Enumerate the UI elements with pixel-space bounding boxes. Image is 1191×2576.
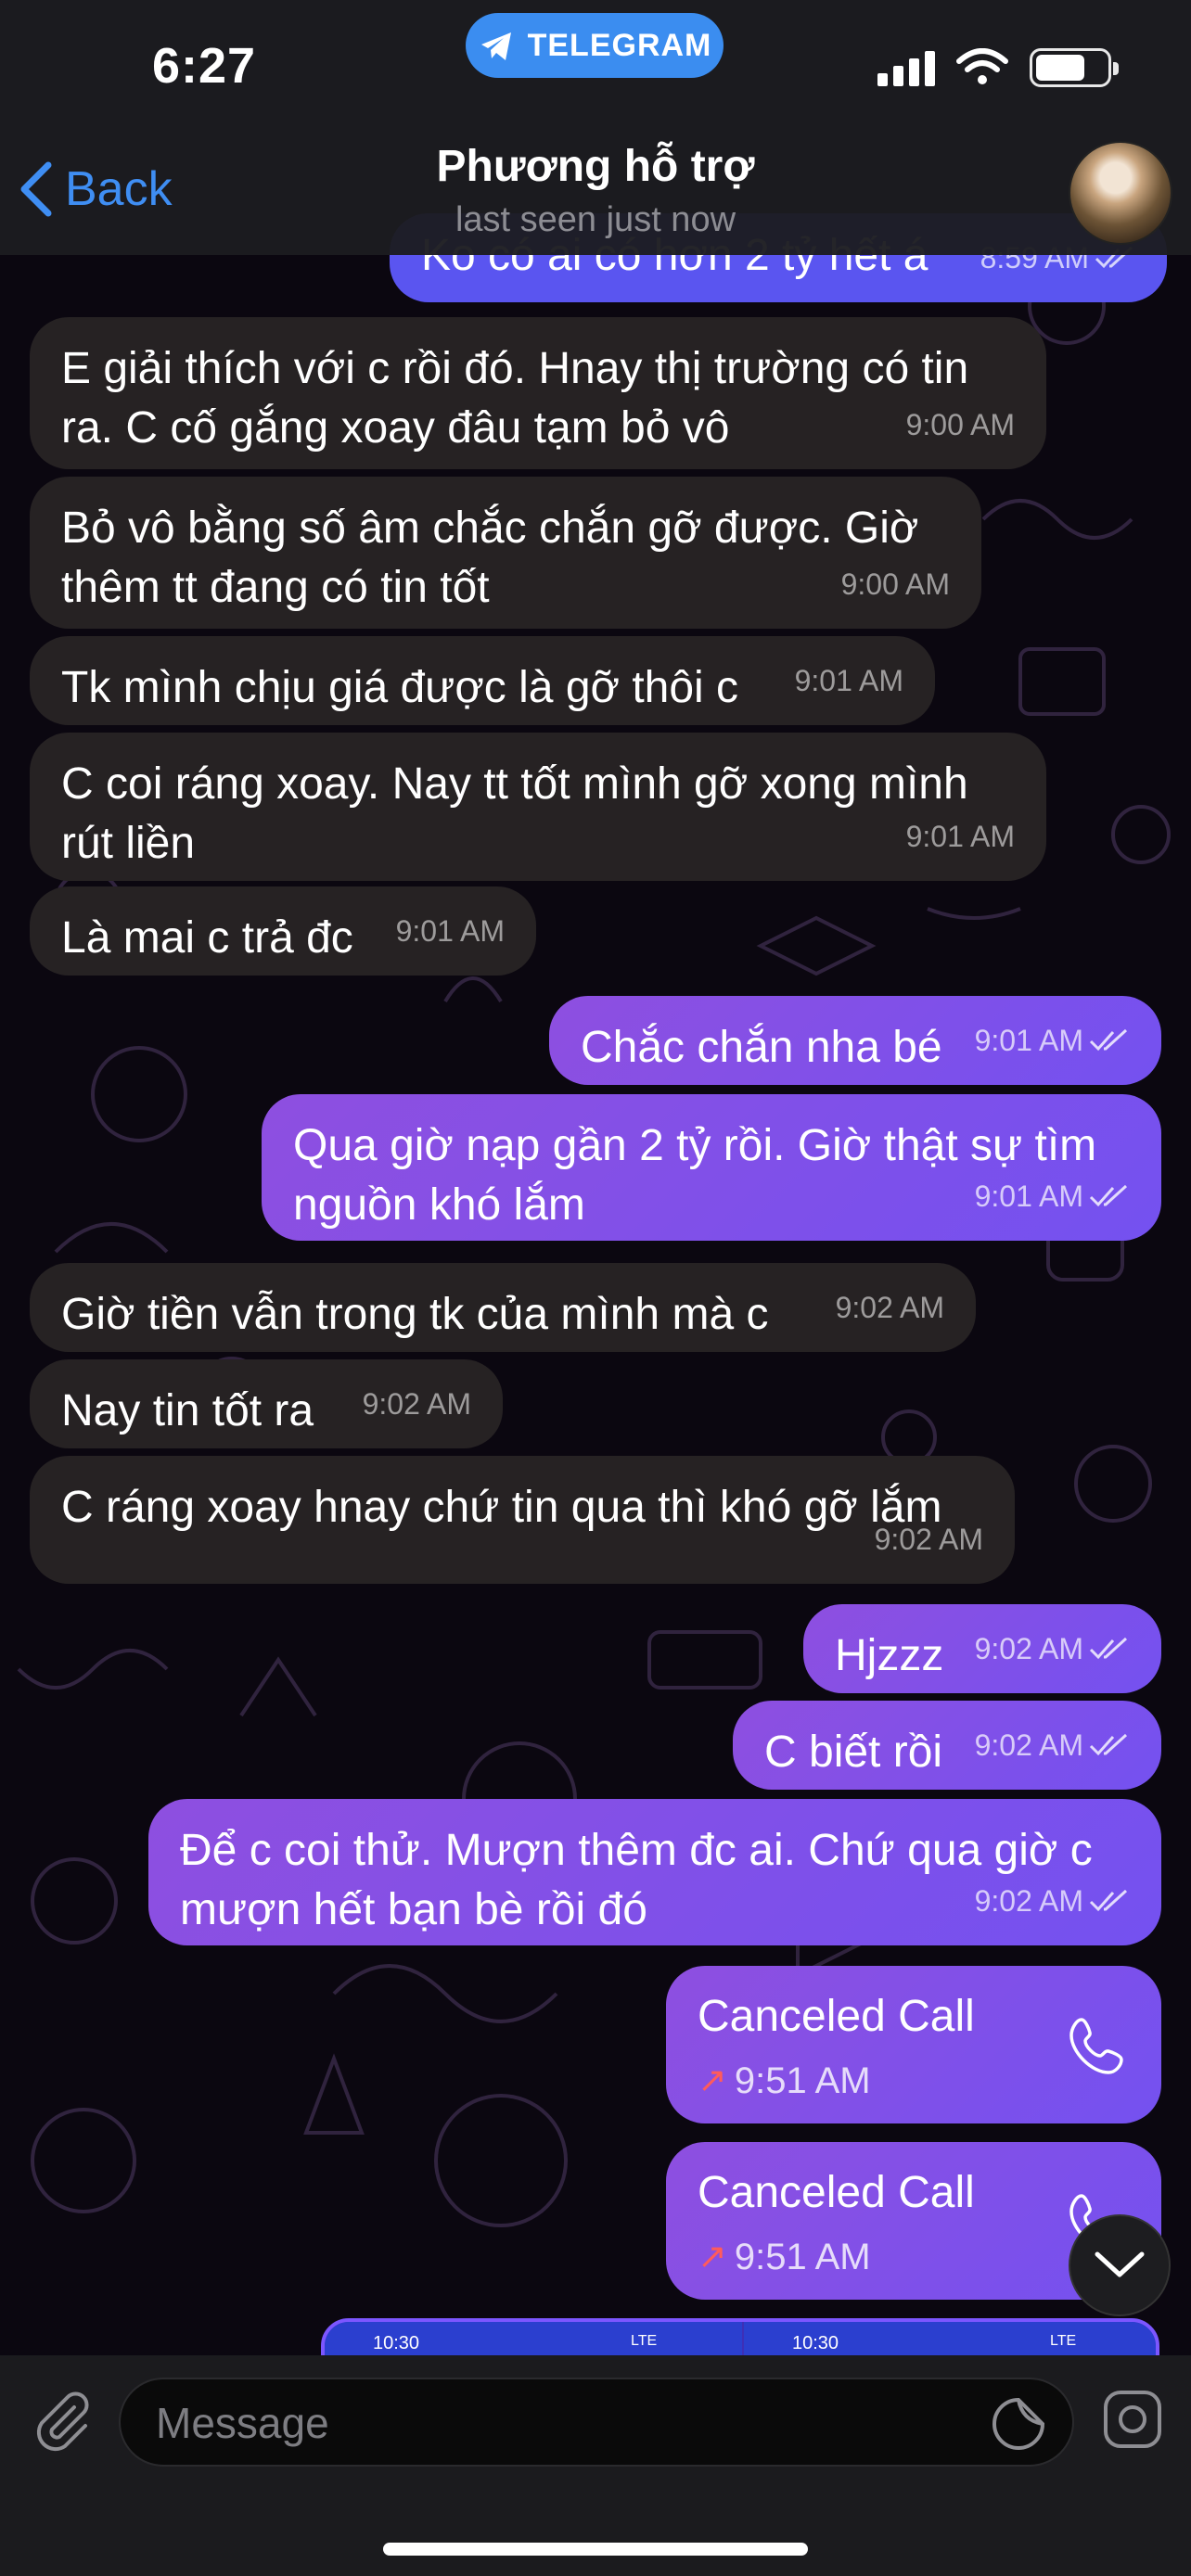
- paperclip-icon[interactable]: [28, 2387, 95, 2454]
- message-meta: 9:02 AM: [363, 1374, 471, 1434]
- message-bubble-outgoing[interactable]: Qua giờ nạp gần 2 tỷ rồi. Giờ thật sự tì…: [262, 1094, 1161, 1241]
- contact-name[interactable]: Phương hỗ trợ: [0, 141, 1191, 192]
- outgoing-call-arrow-icon: ↗: [698, 2061, 727, 2100]
- message-bubble-incoming[interactable]: Là mai c trả đc 9:01 AM: [30, 886, 536, 976]
- message-bubble-outgoing[interactable]: C biết rồi 9:02 AM: [733, 1701, 1161, 1790]
- message-bubble-incoming[interactable]: Bỏ vô bằng số âm chắc chắn gỡ được. Giờ …: [30, 477, 981, 629]
- message-time: 9:02 AM: [974, 1728, 1083, 1762]
- outgoing-call-arrow-icon: ↗: [698, 2238, 727, 2276]
- message-time: 9:01 AM: [905, 820, 1015, 853]
- double-check-icon: [1089, 1184, 1128, 1207]
- battery-icon: [1030, 48, 1119, 87]
- camera-icon[interactable]: [1100, 2387, 1165, 2452]
- message-text: C biết rồi: [764, 1728, 943, 1777]
- message-time: 9:01 AM: [974, 1024, 1083, 1057]
- message-bubble-incoming[interactable]: C coi ráng xoay. Nay tt tốt mình gỡ xong…: [30, 733, 1046, 881]
- message-meta: 9:01 AM: [975, 1011, 1130, 1070]
- composer-bar: Message: [0, 2355, 1191, 2576]
- message-text: Tk mình chịu giá được là gỡ thôi c: [61, 663, 739, 712]
- message-text: Nay tin tốt ra: [61, 1386, 314, 1435]
- message-meta: 9:01 AM: [906, 807, 1015, 866]
- scroll-to-bottom-button[interactable]: [1069, 2214, 1171, 2316]
- message-meta: 9:01 AM: [795, 651, 903, 710]
- chevron-down-icon: [1095, 2251, 1145, 2277]
- message-bubble-incoming[interactable]: E giải thích với c rồi đó. Hnay thị trườ…: [30, 317, 1046, 469]
- message-input[interactable]: Message: [119, 2378, 1074, 2467]
- call-time: 9:51 AM: [734, 2237, 871, 2277]
- home-indicator: [383, 2543, 808, 2556]
- avatar[interactable]: [1069, 141, 1172, 245]
- contact-last-seen: last seen just now: [455, 200, 736, 239]
- message-meta: 9:02 AM: [975, 1871, 1130, 1931]
- message-meta: 9:01 AM: [396, 901, 505, 961]
- double-check-icon: [1089, 1637, 1128, 1660]
- telegram-plane-icon: [480, 32, 511, 60]
- message-meta: 9:00 AM: [841, 555, 950, 614]
- wifi-icon: [956, 48, 1008, 84]
- message-bubble-outgoing[interactable]: Chắc chắn nha bé 9:01 AM: [549, 996, 1161, 1085]
- double-check-icon: [1089, 1733, 1128, 1756]
- message-text: C coi ráng xoay. Nay tt tốt mình gỡ xong…: [61, 759, 968, 868]
- message-list[interactable]: Ko có ai có hơn 2 tỷ hết á 8:59 AM E giả…: [0, 0, 1191, 2355]
- status-time: 6:27: [152, 38, 257, 94]
- message-placeholder: Message: [156, 2399, 329, 2447]
- telegram-pill[interactable]: TELEGRAM: [466, 13, 724, 78]
- message-time: 9:01 AM: [395, 914, 505, 948]
- message-time: 9:02 AM: [974, 1884, 1083, 1918]
- double-check-icon: [1089, 1889, 1128, 1912]
- message-time: 9:02 AM: [362, 1387, 471, 1421]
- message-meta: 9:02 AM: [975, 1715, 1130, 1775]
- message-time: 9:01 AM: [794, 664, 903, 697]
- message-time: 9:00 AM: [840, 567, 950, 601]
- message-time: 9:02 AM: [835, 1291, 944, 1324]
- message-meta: 9:01 AM: [975, 1167, 1130, 1226]
- message-time: 9:02 AM: [874, 1523, 983, 1556]
- message-bubble-incoming[interactable]: Tk mình chịu giá được là gỡ thôi c 9:01 …: [30, 636, 935, 725]
- message-text: Chắc chắn nha bé: [581, 1023, 942, 1072]
- message-text: Giờ tiền vẫn trong tk của mình mà c: [61, 1290, 769, 1339]
- message-meta: 9:02 AM: [836, 1278, 944, 1337]
- message-text: Là mai c trả đc: [61, 913, 353, 963]
- message-bubble-outgoing[interactable]: Để c coi thử. Mượn thêm đc ai. Chứ qua g…: [148, 1799, 1161, 1945]
- message-meta: 9:02 AM: [875, 1510, 983, 1569]
- media-thumb-network: LTE: [631, 2333, 658, 2349]
- media-thumb-time: 10:30: [373, 2333, 420, 2353]
- status-icons: [877, 48, 1119, 87]
- message-bubble-incoming[interactable]: C ráng xoay hnay chứ tin qua thì khó gỡ …: [30, 1456, 1015, 1584]
- sticker-icon[interactable]: [989, 2394, 1048, 2454]
- message-time: 9:02 AM: [974, 1632, 1083, 1665]
- message-text: Để c coi thử. Mượn thêm đc ai. Chứ qua g…: [180, 1826, 1093, 1934]
- message-meta: 9:02 AM: [975, 1619, 1130, 1678]
- call-time: 9:51 AM: [734, 2060, 871, 2101]
- double-check-icon: [1089, 1028, 1128, 1052]
- header: 6:27 TELEGRAM Back Phương hỗ trợ last se…: [0, 0, 1191, 255]
- message-time: 9:01 AM: [974, 1180, 1083, 1213]
- message-time: 9:00 AM: [905, 408, 1015, 441]
- media-thumb-network: LTE: [1050, 2333, 1077, 2349]
- message-bubble-outgoing[interactable]: Hjzzz 9:02 AM: [803, 1604, 1161, 1693]
- message-bubble-incoming[interactable]: Giờ tiền vẫn trong tk của mình mà c 9:02…: [30, 1263, 976, 1352]
- signal-icon: [877, 49, 935, 86]
- message-text: Bỏ vô bằng số âm chắc chắn gỡ được. Giờ …: [61, 504, 919, 612]
- media-thumb-time: 10:30: [792, 2333, 839, 2353]
- phone-icon[interactable]: [1065, 2012, 1130, 2077]
- message-text: C ráng xoay hnay chứ tin qua thì khó gỡ …: [61, 1483, 942, 1532]
- message-text: Hjzzz: [835, 1631, 944, 1680]
- message-meta: 9:00 AM: [906, 395, 1015, 454]
- telegram-pill-label: TELEGRAM: [527, 27, 712, 63]
- message-text: E giải thích với c rồi đó. Hnay thị trườ…: [61, 344, 969, 453]
- call-bubble[interactable]: Canceled Call ↗ 9:51 AM: [666, 1966, 1161, 2123]
- message-bubble-incoming[interactable]: Nay tin tốt ra 9:02 AM: [30, 1359, 503, 1448]
